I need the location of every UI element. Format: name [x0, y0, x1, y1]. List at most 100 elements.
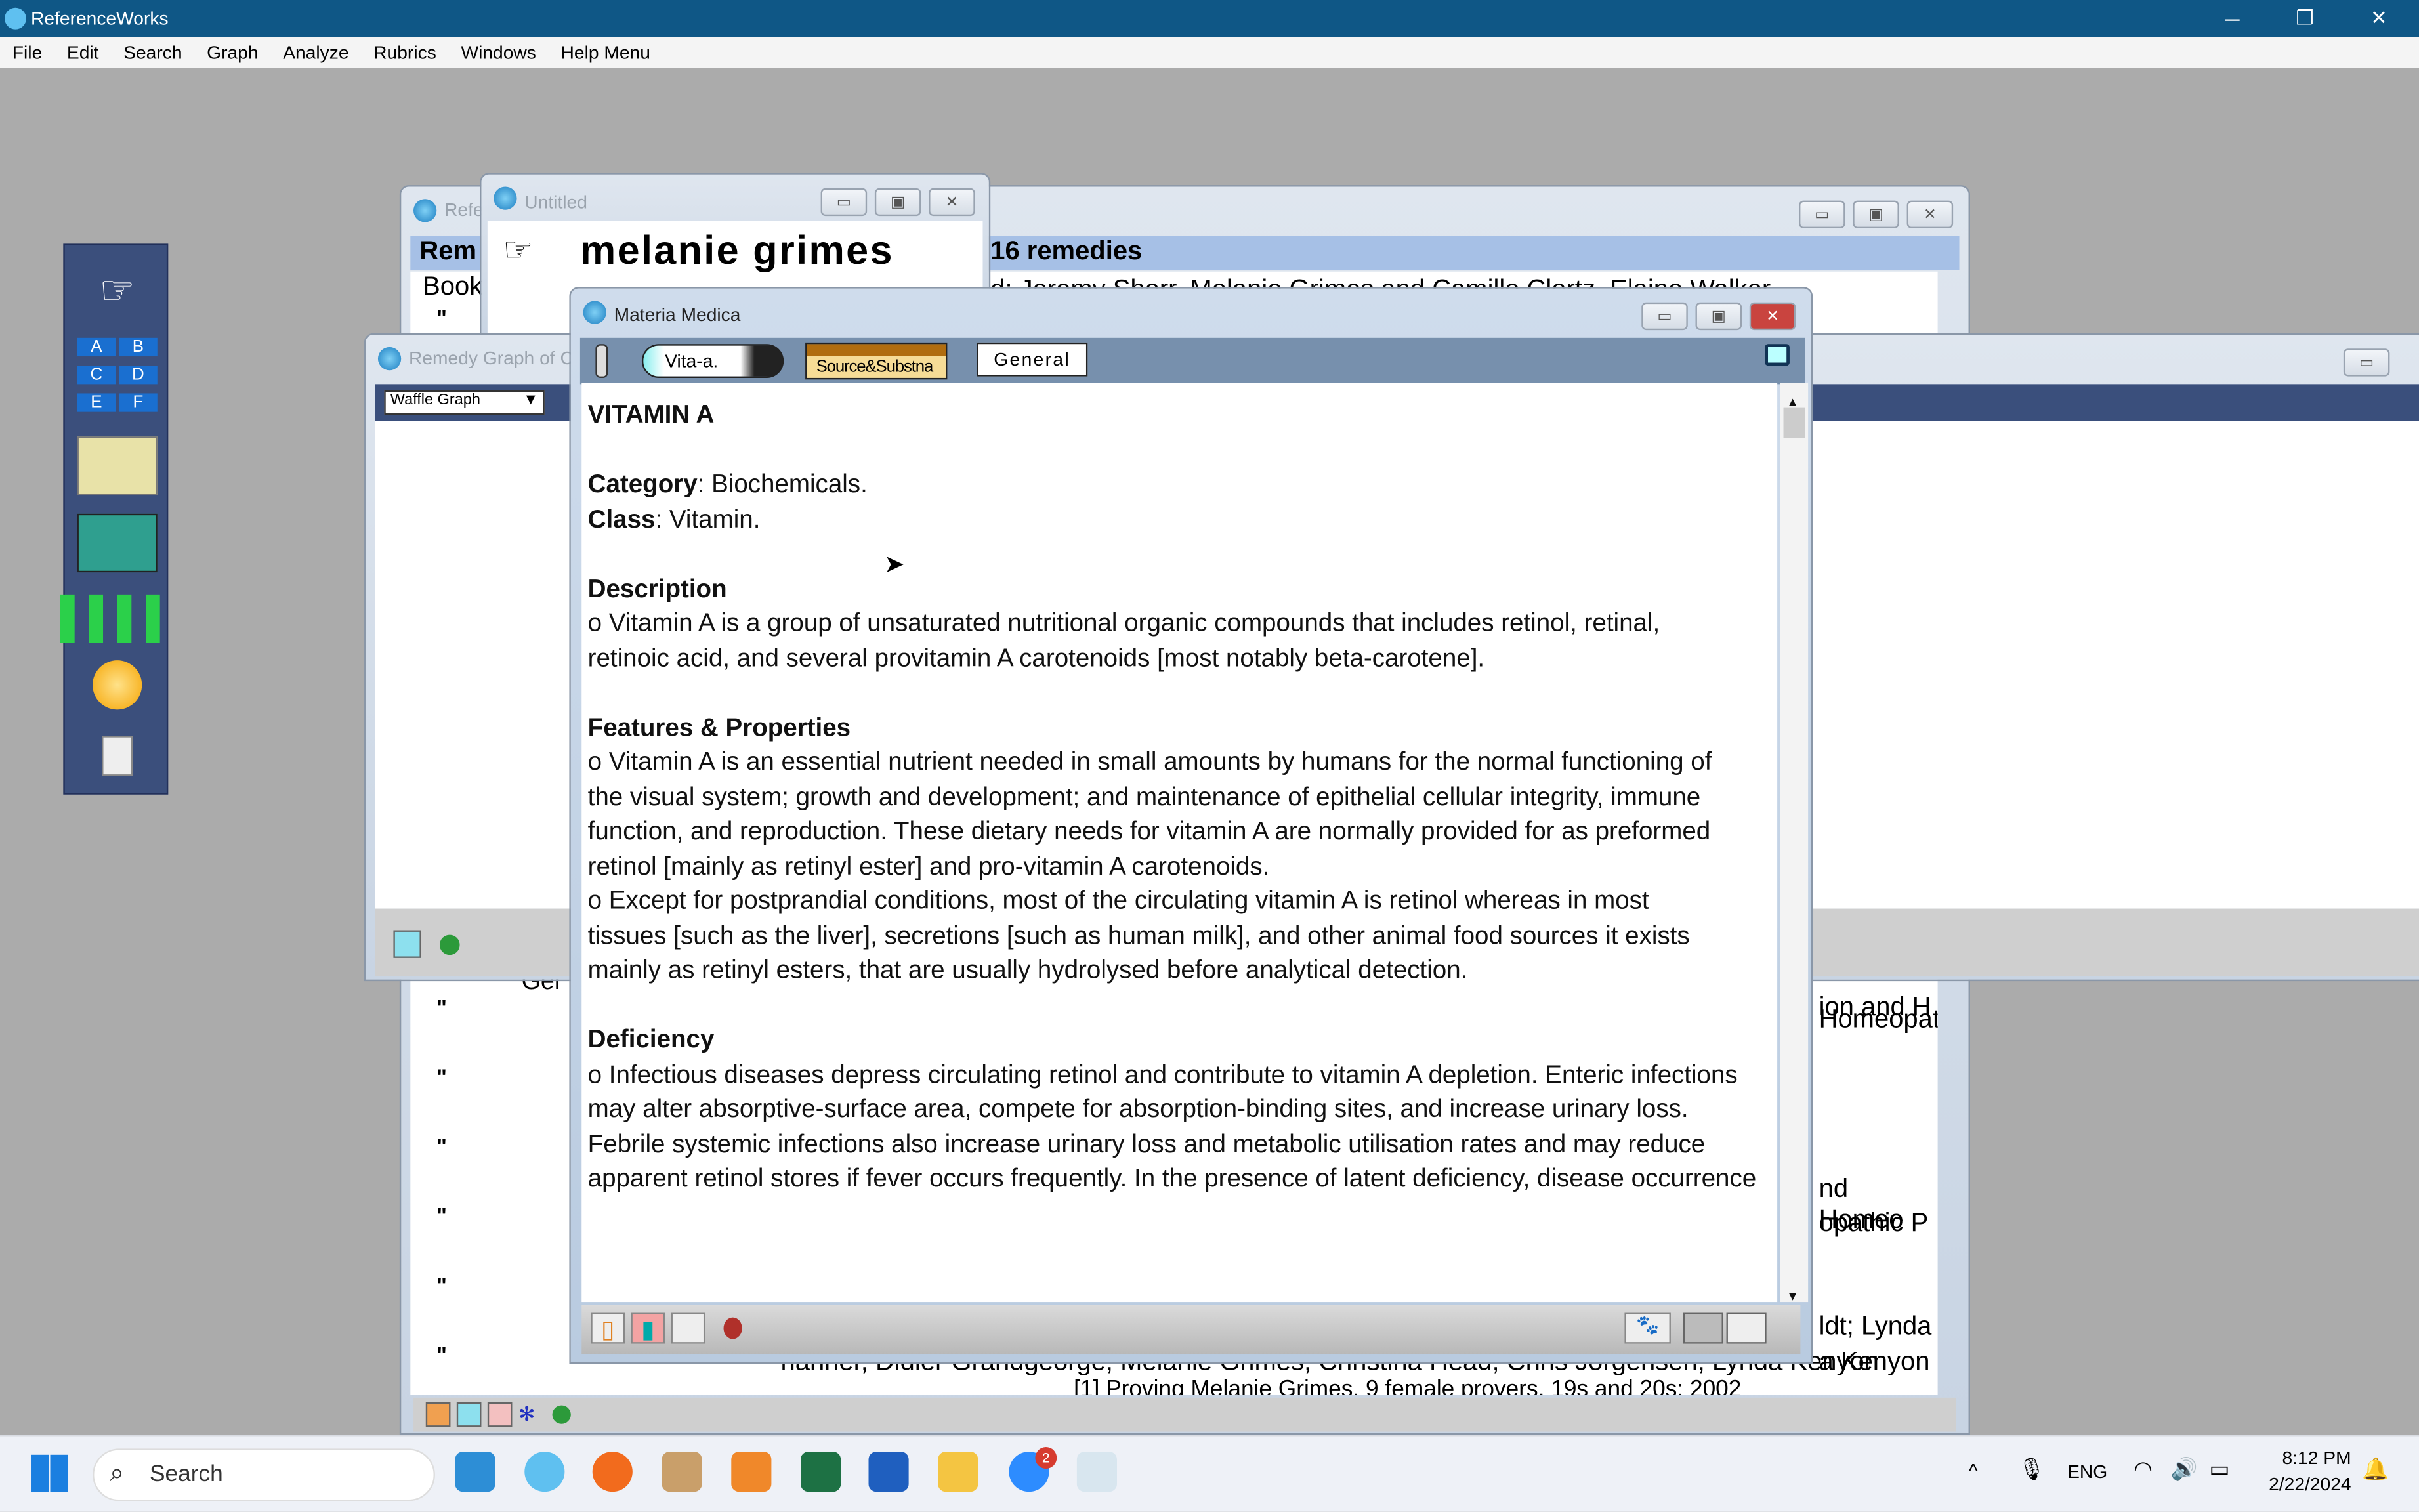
general-tab[interactable]: General — [977, 342, 1088, 377]
menu-file[interactable]: File — [0, 41, 54, 63]
class-line: Class: Vitamin. — [588, 502, 1771, 537]
restore-button[interactable]: ❐ — [2269, 0, 2340, 37]
face-icon[interactable] — [671, 1312, 705, 1344]
section-paragraph: o Infectious diseases depress circulatin… — [587, 1060, 1757, 1193]
menu-search[interactable]: Search — [111, 41, 194, 63]
status-light-icon — [723, 1317, 742, 1339]
bar-graph-icon[interactable]: ▌▌▌▌ — [60, 588, 174, 646]
volume-icon[interactable]: 🔊 — [2171, 1456, 2198, 1482]
vial-view-button[interactable] — [1683, 1312, 1723, 1344]
menu-help[interactable]: Help Menu — [549, 41, 663, 63]
pointing-hand-icon[interactable]: ☞ — [77, 261, 158, 319]
status-light-icon — [552, 1405, 571, 1424]
windows-start-icon[interactable] — [31, 1454, 68, 1492]
scroll-thumb[interactable] — [1783, 407, 1805, 438]
book-icon[interactable] — [425, 1402, 451, 1427]
menu-analyze[interactable]: Analyze — [270, 41, 361, 63]
graph-type-select[interactable]: Waffle Graph ▼ — [384, 390, 545, 415]
sun-icon[interactable] — [77, 656, 158, 714]
repertory-sheet-icon[interactable] — [77, 436, 158, 495]
source-tab[interactable]: Source&Substna — [805, 342, 948, 380]
minimize-button[interactable]: ▭ — [820, 188, 868, 217]
menu-rubrics[interactable]: Rubrics — [361, 41, 448, 63]
menu-windows[interactable]: Windows — [449, 41, 549, 63]
taskbar-app-icon[interactable] — [455, 1452, 495, 1492]
pdf-app-icon[interactable] — [731, 1452, 772, 1492]
microphone-icon[interactable]: 🎙 — [2018, 1456, 2046, 1482]
fragment: Homeopat — [1819, 1004, 1938, 1034]
book-icon[interactable]: ▯ — [591, 1312, 625, 1344]
fragment: [1] Proving Melanie Grimes, 9 female pro… — [1074, 1376, 1742, 1395]
maximize-button[interactable]: ▣ — [1695, 302, 1742, 331]
notification-bell-icon[interactable]: 🔔 — [2362, 1456, 2389, 1482]
section-title: Description — [587, 574, 727, 602]
maximize-button[interactable]: ▣ — [874, 188, 921, 217]
battery-icon[interactable]: ▭ — [2209, 1456, 2229, 1482]
mm-toolbar: Vita-a. Source&Substna General — [579, 337, 1805, 385]
bottom-toolbar: ✻ — [413, 1397, 1956, 1432]
referenceworks-taskbar-icon[interactable] — [524, 1452, 565, 1492]
search-placeholder: Search — [150, 1461, 223, 1488]
monograph-title: VITAMIN A — [587, 401, 715, 429]
face-icon[interactable] — [487, 1402, 513, 1427]
row-label: Book — [423, 271, 483, 301]
clock-time[interactable]: 8:12 PM — [2261, 1447, 2351, 1469]
photos-icon[interactable] — [1076, 1452, 1117, 1492]
fragment: opathic P — [1819, 1208, 1929, 1238]
fragment: ldt; Lynda — [1819, 1311, 1932, 1341]
ditto-mark: " — [436, 1064, 447, 1089]
abcdef-grid-icon[interactable]: ABCDEF — [77, 335, 158, 415]
close-button[interactable]: ✕ — [2344, 0, 2414, 37]
vial-icon[interactable] — [393, 930, 421, 958]
file-explorer-icon[interactable] — [938, 1452, 978, 1492]
close-button[interactable]: ✕ — [929, 188, 975, 217]
remedy-tab[interactable]: Vita-a. — [641, 344, 784, 378]
minimize-button[interactable]: ▭ — [1799, 200, 1845, 228]
wifi-icon[interactable]: ◠ — [2134, 1456, 2153, 1482]
excel-icon[interactable] — [801, 1452, 841, 1492]
scrollbar[interactable]: ▲ ▼ — [1780, 382, 1809, 1303]
app-logo-icon — [413, 199, 437, 222]
search-icon: ⌕ — [109, 1458, 125, 1488]
chevron-up-icon[interactable]: ^ — [1969, 1460, 1978, 1482]
app-title-bar: ReferenceWorks ─ ❐ ✕ — [0, 0, 2419, 37]
mm-bottom-bar: ▯ ▮ 🐾 — [581, 1305, 1801, 1355]
window-title: Untitled — [524, 191, 587, 213]
notification-badge: 2 — [1035, 1447, 1057, 1469]
section-paragraph: o Vitamin A is a group of unsaturated nu… — [587, 609, 1660, 672]
maximize-button[interactable]: ▣ — [1853, 200, 1899, 228]
vial-icon[interactable] — [456, 1402, 482, 1427]
header-left: Rem — [419, 236, 477, 266]
close-button[interactable]: ✕ — [1749, 302, 1796, 331]
minimize-button[interactable]: ▭ — [2343, 348, 2390, 377]
page-view-button[interactable] — [1726, 1312, 1767, 1344]
remedy-tab-label: Vita-a. — [665, 350, 719, 372]
ditto-mark: " — [436, 1272, 447, 1298]
tool-panel: ☞ ABCDEF ▌▌▌▌ — [60, 243, 174, 795]
window-title: Remedy Graph of C — [408, 346, 574, 369]
menu-edit[interactable]: Edit — [54, 41, 111, 63]
word-icon[interactable] — [868, 1452, 909, 1492]
vial-icon[interactable] — [595, 344, 608, 378]
menu-graph[interactable]: Graph — [194, 41, 270, 63]
window-title: Materia Medica — [614, 304, 741, 326]
snowflake-icon[interactable]: ✻ — [518, 1402, 543, 1427]
close-button[interactable]: ✕ — [1906, 200, 1954, 228]
app-logo-icon — [494, 186, 517, 210]
document-icon[interactable] — [77, 726, 158, 785]
comment-icon[interactable] — [1765, 344, 1790, 366]
firefox-icon[interactable] — [592, 1452, 633, 1492]
vial-icon[interactable]: ▮ — [631, 1312, 665, 1344]
note-text: melanie grimes — [579, 226, 894, 274]
window-title: Refe — [444, 199, 484, 221]
book-map-icon[interactable] — [77, 513, 158, 573]
clock-date[interactable]: 2/22/2024 — [2256, 1473, 2351, 1495]
language-indicator[interactable]: ENG — [2067, 1461, 2107, 1482]
class-label: Class — [587, 505, 656, 534]
taskbar-search[interactable]: ⌕ Search — [93, 1448, 435, 1502]
paw-icon[interactable]: 🐾 — [1624, 1312, 1671, 1344]
minimize-button[interactable]: ─ — [2197, 0, 2268, 37]
app-icon[interactable] — [662, 1452, 702, 1492]
minimize-button[interactable]: ▭ — [1641, 302, 1688, 331]
app-logo-icon — [377, 346, 402, 371]
